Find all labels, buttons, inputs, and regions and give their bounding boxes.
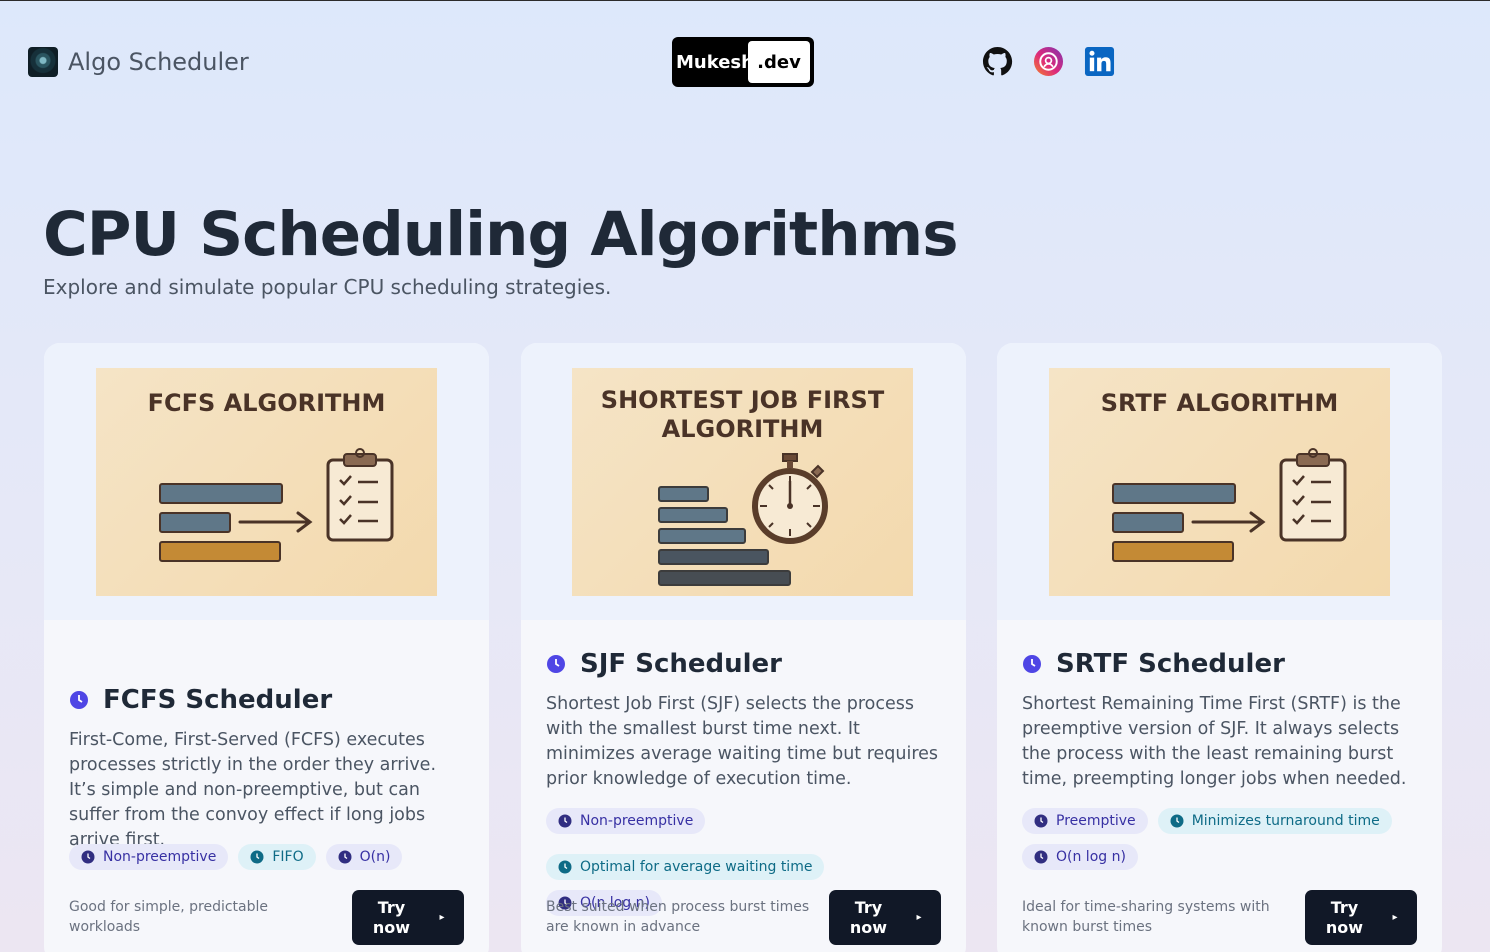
tag-label: Optimal for average waiting time xyxy=(580,859,813,875)
tag: Non-preemptive xyxy=(69,844,229,870)
brand[interactable]: Algo Scheduler xyxy=(28,47,249,77)
card-description: Shortest Job First (SJF) selects the pro… xyxy=(546,694,939,789)
fcfs-card: FCFS ALGORITHM FCFS Scheduler First-Come… xyxy=(44,343,489,952)
clock-icon xyxy=(1023,655,1041,673)
brand-logo xyxy=(28,47,58,77)
chevron-right-icon: ▸ xyxy=(1392,911,1398,923)
card-footer-text: Best suited when process burst times are… xyxy=(546,899,810,935)
tag-label: Non-preemptive xyxy=(580,813,694,829)
clock-icon xyxy=(1170,814,1184,828)
github-icon[interactable] xyxy=(982,46,1013,77)
card-footer-text: Good for simple, predictable workloads xyxy=(69,899,269,935)
clock-icon xyxy=(70,691,88,709)
tag: Preemptive xyxy=(1022,808,1148,834)
tag-label: O(n log n) xyxy=(1056,849,1126,865)
clock-icon xyxy=(338,850,352,864)
tag: O(n) xyxy=(325,844,403,870)
tag-label: Preemptive xyxy=(1056,813,1136,829)
card-header: SJF Scheduler xyxy=(546,649,782,679)
thumbnail-title: SRTF ALGORITHM xyxy=(1100,389,1339,417)
try-now-button[interactable]: Try now ▸ xyxy=(1305,890,1417,945)
chevron-right-icon: ▸ xyxy=(916,911,922,923)
clock-icon xyxy=(547,655,565,673)
card-header: SRTF Scheduler xyxy=(1022,649,1285,679)
card-header: FCFS Scheduler xyxy=(69,685,332,715)
instagram-icon[interactable] xyxy=(1033,46,1064,77)
badge-right-text: .dev xyxy=(748,41,810,83)
chevron-right-icon: ▸ xyxy=(439,911,445,923)
social-links xyxy=(982,46,1115,77)
clock-icon xyxy=(1034,850,1048,864)
tag-list: Non-preemptive FIFO O(n) xyxy=(69,844,469,870)
card-description: First-Come, First-Served (FCFS) executes… xyxy=(69,730,437,850)
linkedin-icon[interactable] xyxy=(1084,46,1115,77)
card-image-area: SRTF ALGORITHM xyxy=(997,343,1442,620)
srtf-thumbnail: SRTF ALGORITHM xyxy=(1049,368,1390,596)
try-now-label: Try now xyxy=(372,897,411,937)
clock-icon xyxy=(558,814,572,828)
clock-icon xyxy=(1034,814,1048,828)
card-image-area: FCFS ALGORITHM xyxy=(44,343,489,620)
card-title: SRTF Scheduler xyxy=(1056,649,1285,679)
card-title: SJF Scheduler xyxy=(580,649,782,679)
tag: O(n log n) xyxy=(1022,844,1138,870)
tag: Optimal for average waiting time xyxy=(546,854,825,880)
page-subtitle: Explore and simulate popular CPU schedul… xyxy=(43,275,612,299)
card-footer-text: Ideal for time-sharing systems with know… xyxy=(1022,899,1270,935)
thumbnail-title: FCFS ALGORITHM xyxy=(147,389,386,417)
card-description: Shortest Remaining Time First (SRTF) is … xyxy=(1022,694,1407,789)
badge-left-text: Mukesh xyxy=(676,51,754,73)
tag-label: Minimizes turnaround time xyxy=(1191,813,1380,829)
tag-label: FIFO xyxy=(272,849,304,865)
card-image-area: SHORTEST JOB FIRST ALGORITHM xyxy=(521,343,966,620)
try-now-label: Try now xyxy=(1325,897,1364,937)
srtf-card: SRTF ALGORITHM SRTF Scheduler Shortest R… xyxy=(997,343,1442,952)
tag-label: O(n) xyxy=(359,849,391,865)
tag: FIFO xyxy=(238,844,316,870)
mukesh-dev-badge[interactable]: Mukesh .dev xyxy=(672,37,814,87)
page-title: CPU Scheduling Algorithms xyxy=(43,199,959,270)
clock-icon xyxy=(81,850,95,864)
clock-icon xyxy=(250,850,264,864)
thumbnail-title: SHORTEST JOB FIRST ALGORITHM xyxy=(600,386,885,443)
tag-list: Preemptive Minimizes turnaround time O(n… xyxy=(1022,808,1422,870)
try-now-button[interactable]: Try now ▸ xyxy=(829,890,941,945)
sjf-card: SHORTEST JOB FIRST ALGORITHM SJF Schedul… xyxy=(521,343,966,952)
brand-name: Algo Scheduler xyxy=(68,48,249,76)
fcfs-thumbnail: FCFS ALGORITHM xyxy=(96,368,437,596)
try-now-label: Try now xyxy=(849,897,888,937)
clock-icon xyxy=(558,860,572,874)
sjf-thumbnail: SHORTEST JOB FIRST ALGORITHM xyxy=(572,368,913,596)
tag: Non-preemptive xyxy=(546,808,706,834)
try-now-button[interactable]: Try now ▸ xyxy=(352,890,464,945)
card-title: FCFS Scheduler xyxy=(103,685,333,715)
tag-label: Non-preemptive xyxy=(103,849,217,865)
tag: Minimizes turnaround time xyxy=(1157,808,1392,834)
